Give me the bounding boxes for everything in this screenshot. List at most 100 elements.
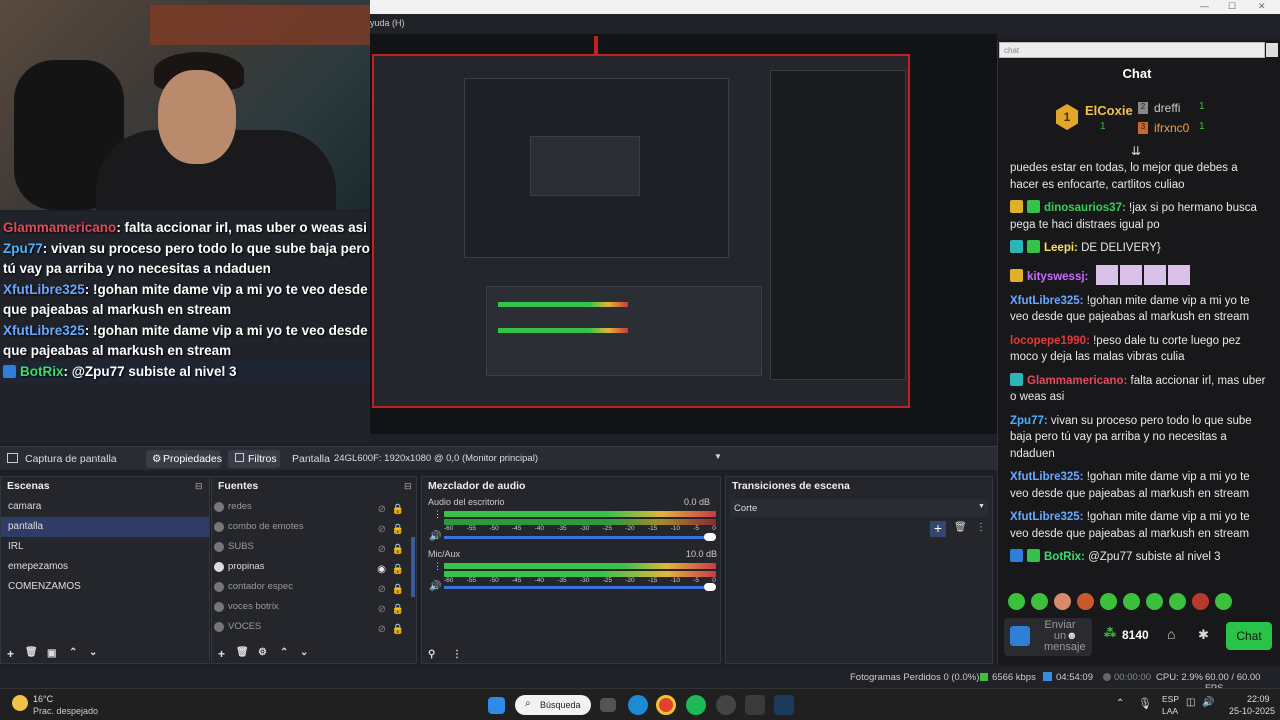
remove-transition-icon[interactable]: 🗑	[954, 522, 967, 533]
scene-item[interactable]: IRL	[1, 537, 209, 557]
speaker-icon[interactable]: 🔊	[429, 531, 441, 542]
expand-leaderboard-icon[interactable]: ⇊	[1131, 144, 1141, 158]
move-down-icon[interactable]: ⌄	[89, 647, 97, 658]
dock-menu-icon[interactable]: ⊟	[404, 481, 412, 492]
source-item[interactable]: combo de emotes ⊘ 🔒	[212, 517, 416, 537]
keyboard-layout[interactable]: LAA	[1162, 706, 1178, 716]
resize-handle[interactable]	[594, 36, 598, 56]
transition-select[interactable]: Corte ▼	[730, 499, 988, 517]
chat-input[interactable]: Enviar un mensaje ☻	[1004, 618, 1092, 656]
language-code[interactable]: ESP	[1162, 694, 1179, 704]
scene-item[interactable]: COMENZAMOS	[1, 577, 209, 597]
screen-capture-preview[interactable]	[372, 54, 910, 408]
transition-select-value: Corte	[734, 503, 758, 514]
emote-icon[interactable]	[1169, 593, 1186, 610]
steam-icon[interactable]	[774, 695, 794, 715]
scene-item[interactable]: emepezamos	[1, 557, 209, 577]
source-item[interactable]: VOCES ⊘ 🔒	[212, 617, 416, 637]
source-type-icon	[214, 562, 224, 572]
bitrate: 6566 kbps	[992, 672, 1036, 683]
volume-slider-handle[interactable]	[704, 533, 716, 541]
source-settings-icon[interactable]: ⚙	[258, 647, 267, 658]
move-up-icon[interactable]: ⌃	[69, 647, 77, 658]
transition-menu-icon[interactable]: ⋮	[976, 522, 986, 533]
chrome-icon[interactable]	[656, 695, 676, 715]
mixer-link-icon[interactable]: ⚲	[428, 649, 435, 660]
emote-icon[interactable]	[1192, 593, 1209, 610]
move-up-icon[interactable]: ⌃	[280, 647, 288, 658]
add-source-icon[interactable]: +	[218, 647, 225, 661]
close-icon[interactable]: ✕	[1258, 1, 1266, 12]
send-chat-button[interactable]: Chat	[1226, 622, 1272, 650]
chat-dock-button[interactable]	[1266, 43, 1278, 57]
source-item[interactable]: propinas ◉ 🔒	[212, 557, 416, 577]
chat-dock-title-input[interactable]: chat	[999, 42, 1265, 58]
taskbar-search[interactable]: ⌕ Búsqueda	[515, 695, 591, 715]
emote-icon[interactable]	[1008, 593, 1025, 610]
emote-icon[interactable]	[1054, 593, 1071, 610]
obs-icon[interactable]	[716, 695, 736, 715]
chat-message: Leepi: DE DELIVERY}	[1010, 240, 1268, 257]
volume-slider[interactable]	[444, 586, 716, 589]
app-icon[interactable]	[745, 695, 765, 715]
nested-meter	[498, 302, 628, 307]
channel-menu-icon[interactable]: ⋮	[433, 561, 442, 572]
menu-help[interactable]: yuda (H)	[370, 18, 405, 28]
dock-menu-icon[interactable]: ⊟	[195, 481, 203, 492]
windows-start-icon[interactable]	[488, 697, 505, 714]
spotify-icon[interactable]	[686, 695, 706, 715]
add-scene-icon[interactable]: +	[7, 647, 14, 661]
clock-date[interactable]: 25-10-2025	[1229, 706, 1275, 716]
halloween-banner	[150, 5, 370, 45]
add-transition-icon[interactable]: +	[930, 521, 946, 537]
hidden-eye-icon[interactable]: ⊘	[378, 620, 386, 640]
clock-time[interactable]: 22:09	[1247, 694, 1270, 704]
emote-icon[interactable]	[1031, 593, 1048, 610]
emote-icon[interactable]	[1123, 593, 1140, 610]
task-view-icon[interactable]	[600, 698, 616, 712]
edge-icon[interactable]	[628, 695, 648, 715]
points-icon[interactable]: ⁂	[1104, 626, 1116, 640]
source-item[interactable]: SUBS ⊘ 🔒	[212, 537, 416, 557]
source-item[interactable]: contador espec ⊘ 🔒	[212, 577, 416, 597]
scene-item-selected[interactable]: pantalla	[1, 517, 209, 537]
remove-scene-icon[interactable]: 🗑	[25, 647, 38, 658]
display-label: Pantalla	[292, 453, 330, 465]
store-icon[interactable]: ⌂	[1167, 626, 1175, 642]
channel-points[interactable]: 8140	[1122, 628, 1149, 642]
emote-icon[interactable]	[1215, 593, 1232, 610]
speaker-icon[interactable]: 🔊	[429, 581, 441, 592]
scene-item[interactable]: camara	[1, 497, 209, 517]
network-icon[interactable]: ◫	[1186, 697, 1195, 708]
chevron-down-icon[interactable]: ▼	[714, 452, 722, 461]
emoji-icon[interactable]: ☻	[1066, 630, 1078, 642]
maximize-icon[interactable]: ☐	[1228, 1, 1236, 12]
sources-scrollbar[interactable]	[411, 537, 415, 597]
volume-slider[interactable]	[444, 536, 716, 539]
minimize-icon[interactable]: —	[1200, 1, 1209, 11]
chat-message: XfutLibre325: !gohan mite dame vip a mi …	[1010, 294, 1250, 324]
rank3-badge-icon: 3	[1138, 122, 1148, 134]
record-time: 00:00:00	[1114, 672, 1151, 683]
volume-icon[interactable]: 🔊	[1202, 697, 1214, 708]
weather-icon[interactable]	[12, 695, 28, 711]
channel-menu-icon[interactable]: ⋮	[433, 509, 442, 520]
move-down-icon[interactable]: ⌄	[300, 647, 308, 658]
microphone-icon[interactable]: 🎙	[1138, 697, 1152, 710]
gift-badge-icon	[1027, 240, 1040, 253]
filters-scene-icon[interactable]: ▣	[47, 648, 56, 659]
mixer-menu-icon[interactable]: ⋮	[452, 649, 462, 660]
remove-source-icon[interactable]: 🗑	[236, 647, 249, 658]
emote-icon[interactable]	[1146, 593, 1163, 610]
emote-icon[interactable]	[1100, 593, 1117, 610]
source-item[interactable]: voces botrix ⊘ 🔒	[212, 597, 416, 617]
tray-chevron-icon[interactable]: ⌃	[1116, 698, 1124, 709]
lock-icon[interactable]: 🔒	[392, 620, 404, 640]
emote-icon[interactable]	[1077, 593, 1094, 610]
overlay-message: Zpu77: vivan su proceso pero todo lo que…	[3, 240, 370, 277]
volume-slider-handle[interactable]	[704, 583, 716, 591]
settings-gear-icon[interactable]: ✱	[1198, 627, 1209, 643]
properties-label: Propiedades	[163, 453, 222, 465]
bot-shortcut-icon[interactable]	[1010, 626, 1030, 646]
source-item[interactable]: redes ⊘ 🔒	[212, 497, 416, 517]
